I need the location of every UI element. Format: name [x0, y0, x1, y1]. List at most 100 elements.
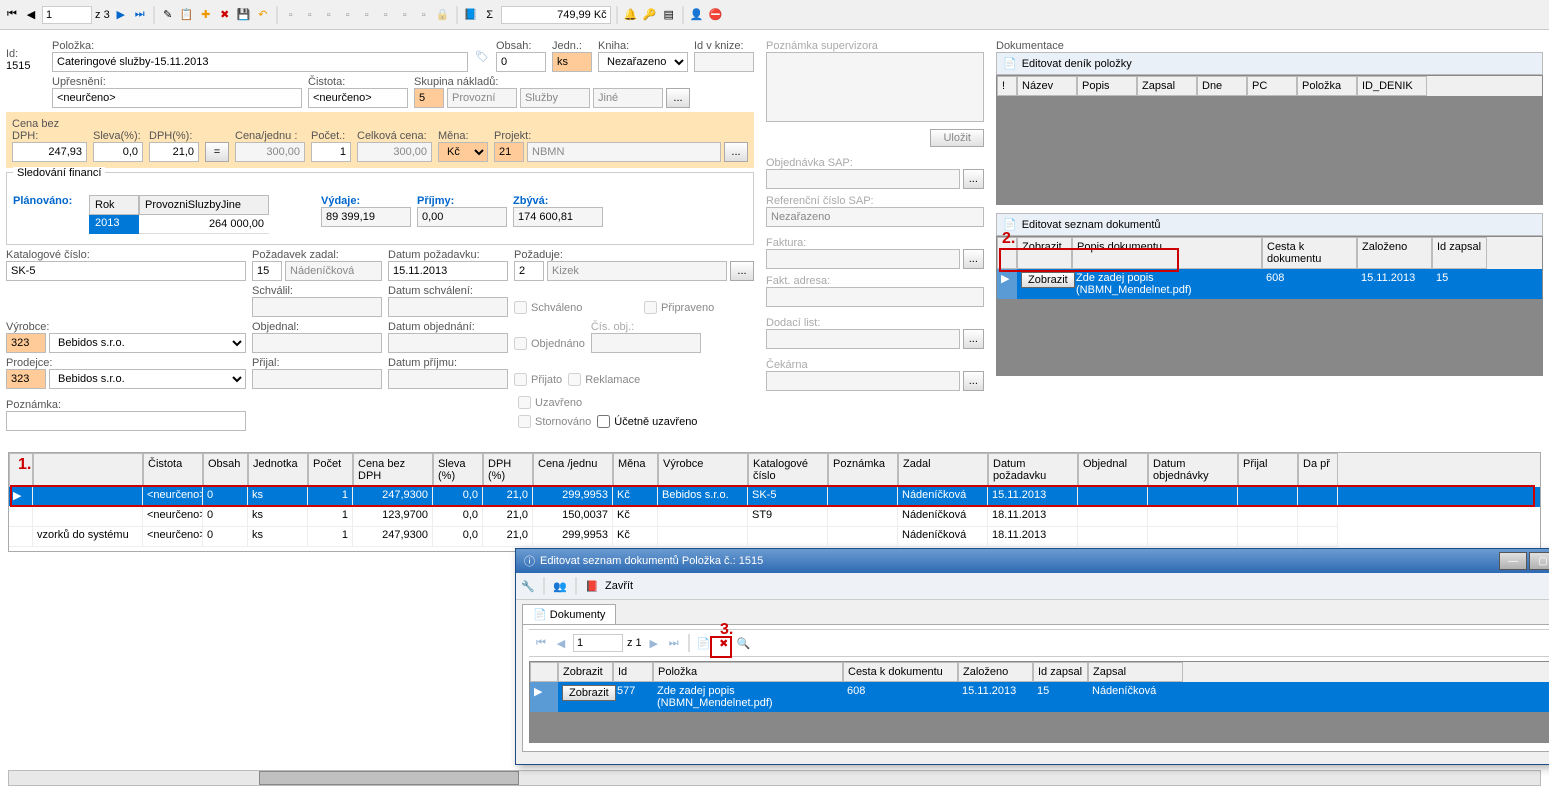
zavrit-label[interactable]: Zavřít: [605, 580, 633, 592]
dlg-page-input[interactable]: [573, 634, 623, 652]
list-col-3[interactable]: Obsah: [203, 453, 248, 487]
denik-col-pc[interactable]: PC: [1247, 76, 1297, 96]
cenabez-input[interactable]: [12, 142, 87, 162]
dokumenty-tab[interactable]: 📄 Dokumenty: [522, 604, 616, 624]
tb-icon-8[interactable]: ▫: [416, 7, 432, 23]
lock-icon[interactable]: 🔒: [435, 7, 451, 23]
copy-icon[interactable]: 📋: [179, 7, 195, 23]
first-icon[interactable]: ⏮: [4, 7, 20, 23]
faktura-dots[interactable]: ...: [963, 249, 984, 269]
mena-select[interactable]: Kč: [438, 142, 488, 162]
dlg-row[interactable]: ▶ Zobrazit 577 Zde zadej popis (NBMN_Men…: [530, 682, 1549, 712]
dodaci-dots[interactable]: ...: [963, 329, 984, 349]
list-col-12[interactable]: Katalogové číslo: [748, 453, 828, 487]
list-col-13[interactable]: Poznámka: [828, 453, 898, 487]
poznamka-input[interactable]: [6, 411, 246, 431]
h-scrollbar[interactable]: [8, 770, 1541, 786]
seznam-col-cesta[interactable]: Cesta k dokumentu: [1262, 237, 1357, 269]
ulozit-button[interactable]: Uložit: [930, 129, 984, 147]
list-col-14[interactable]: Zadal: [898, 453, 988, 487]
dlg-zobrazit-btn[interactable]: Zobrazit: [562, 685, 616, 701]
list-col-16[interactable]: Objednal: [1078, 453, 1148, 487]
polozka-input[interactable]: [52, 52, 468, 72]
seznam-col-idzapsal[interactable]: Id zapsal: [1432, 237, 1487, 269]
zobrazit-btn[interactable]: Zobrazit: [1021, 272, 1075, 288]
pocet-input[interactable]: [311, 142, 351, 162]
list-col-18[interactable]: Přijal: [1238, 453, 1298, 487]
block-icon[interactable]: ⛔: [708, 7, 724, 23]
idvknize-input[interactable]: [694, 52, 754, 72]
list-row[interactable]: <neurčeno>0ks1123,97000,021,0150,0037KčS…: [9, 507, 1540, 527]
prodejce-select[interactable]: Bebidos s.r.o.: [49, 369, 246, 389]
save-icon[interactable]: 💾: [236, 7, 252, 23]
list-col-19[interactable]: Da př: [1298, 453, 1338, 487]
denik-col-nazev[interactable]: Název: [1017, 76, 1077, 96]
list-col-4[interactable]: Jednotka: [248, 453, 308, 487]
dlg-col-idzapsal[interactable]: Id zapsal: [1033, 662, 1088, 682]
sap-dots[interactable]: ...: [963, 169, 984, 189]
tb-icon-1[interactable]: ▫: [283, 7, 299, 23]
denik-col-popis[interactable]: Popis: [1077, 76, 1137, 96]
denik-col-polozka[interactable]: Položka: [1297, 76, 1357, 96]
skupina-code[interactable]: [414, 88, 444, 108]
list-col-8[interactable]: DPH (%): [483, 453, 533, 487]
add-icon[interactable]: ✚: [198, 7, 214, 23]
list-col-9[interactable]: Cena /jednu: [533, 453, 613, 487]
tb-icon-3[interactable]: ▫: [321, 7, 337, 23]
dlg-col-zobrazit[interactable]: Zobrazit: [558, 662, 613, 682]
edit-denik-panel[interactable]: 📄Editovat deník položky: [996, 52, 1543, 75]
jedn-input[interactable]: [552, 52, 592, 72]
list-col-5[interactable]: Počet: [308, 453, 353, 487]
kniha-select[interactable]: Nezařazeno: [598, 52, 688, 72]
amount-field[interactable]: [501, 6, 611, 24]
dlg-add-icon[interactable]: 📄: [696, 635, 712, 651]
denik-col-dne[interactable]: Dne: [1197, 76, 1247, 96]
pozaduje-id[interactable]: [514, 261, 544, 281]
bell-icon[interactable]: 🔔: [623, 7, 639, 23]
vyrobce-select[interactable]: Bebidos s.r.o.: [49, 333, 246, 353]
seznam-col-zobrazit[interactable]: Zobrazit: [1017, 237, 1072, 269]
pozaduje-dots[interactable]: ...: [730, 261, 754, 281]
list-icon[interactable]: ▤: [661, 7, 677, 23]
key-icon[interactable]: 🔑: [642, 7, 658, 23]
list-col-11[interactable]: Výrobce: [658, 453, 748, 487]
eq-btn[interactable]: =: [205, 142, 229, 162]
dlg-close-icon[interactable]: 📕: [584, 578, 600, 594]
pozzadal-id[interactable]: [252, 261, 282, 281]
dlg-col-zapsal[interactable]: Zapsal: [1088, 662, 1183, 682]
dlg-tool-2[interactable]: 👥: [552, 578, 568, 594]
tb-icon-7[interactable]: ▫: [397, 7, 413, 23]
upresneni-input[interactable]: [52, 88, 302, 108]
list-col-6[interactable]: Cena bez DPH: [353, 453, 433, 487]
dlg-col-zalozeno[interactable]: Založeno: [958, 662, 1033, 682]
katalog-input[interactable]: [6, 261, 246, 281]
undo-icon[interactable]: ↶: [255, 7, 271, 23]
sleva-input[interactable]: [93, 142, 143, 162]
denik-col-excl[interactable]: !: [997, 76, 1017, 96]
dlg-col-cesta[interactable]: Cesta k dokumentu: [843, 662, 958, 682]
list-col-2[interactable]: Čistota: [143, 453, 203, 487]
sum-icon[interactable]: Σ: [482, 7, 498, 23]
dlg-col-polozka[interactable]: Položka: [653, 662, 843, 682]
edit-seznam-panel[interactable]: 📄Editovat seznam dokumentů: [996, 213, 1543, 236]
denik-col-zapsal[interactable]: Zapsal: [1137, 76, 1197, 96]
projekt-code[interactable]: [494, 142, 524, 162]
seznam-col-zalozeno[interactable]: Založeno: [1357, 237, 1432, 269]
list-col-1[interactable]: [33, 453, 143, 487]
page-input[interactable]: [42, 6, 92, 24]
user-icon[interactable]: 👤: [689, 7, 705, 23]
chk-ucetne[interactable]: [597, 415, 610, 428]
seznam-row[interactable]: ▶ Zobrazit Zde zadej popis (NBMN_Mendeln…: [997, 269, 1542, 299]
maximize-button[interactable]: ▢: [1529, 552, 1549, 570]
book-icon[interactable]: 📘: [463, 7, 479, 23]
dlg-col-id[interactable]: Id: [613, 662, 653, 682]
tb-icon-2[interactable]: ▫: [302, 7, 318, 23]
obsah-input[interactable]: [496, 52, 546, 72]
cistota-input[interactable]: [308, 88, 408, 108]
list-col-10[interactable]: Měna: [613, 453, 658, 487]
denik-col-iddenik[interactable]: ID_DENIK: [1357, 76, 1427, 96]
seznam-col-popis[interactable]: Popis dokumentu: [1072, 237, 1262, 269]
next-icon[interactable]: ▶: [113, 7, 129, 23]
skupina-dots[interactable]: ...: [666, 88, 690, 108]
projekt-dots[interactable]: ...: [724, 142, 748, 162]
